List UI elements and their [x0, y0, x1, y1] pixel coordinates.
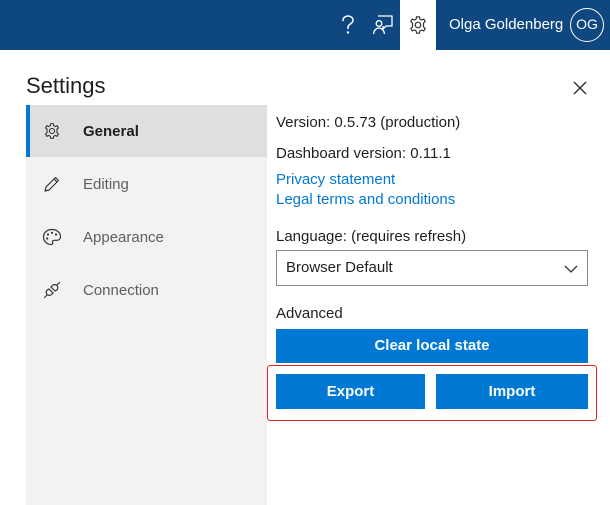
language-dropdown[interactable]: Browser Default [276, 250, 588, 286]
feedback-person-icon[interactable] [368, 0, 398, 50]
sidebar-item-general[interactable]: General [26, 105, 267, 157]
sidebar-item-label: General [83, 122, 139, 140]
user-name[interactable]: Olga Goldenberg [449, 0, 563, 50]
sidebar-item-editing[interactable]: Editing [26, 158, 267, 210]
import-button[interactable]: Import [436, 374, 588, 409]
top-bar: Olga Goldenberg OG [0, 0, 610, 50]
export-button[interactable]: Export [276, 374, 425, 409]
chevron-down-icon [564, 265, 578, 273]
sidebar-item-connection[interactable]: Connection [26, 264, 267, 316]
avatar[interactable]: OG [570, 8, 604, 42]
sidebar-item-label: Connection [83, 281, 159, 299]
pencil-icon [42, 174, 62, 194]
clear-local-state-button[interactable]: Clear local state [276, 329, 588, 363]
close-icon[interactable] [568, 76, 592, 100]
settings-sidebar: General Editing Appearance Connection [26, 105, 267, 505]
language-dropdown-value: Browser Default [286, 259, 393, 276]
language-label: Language: (requires refresh) [276, 228, 467, 245]
page-title: Settings [26, 73, 106, 98]
legal-terms-link[interactable]: Legal terms and conditions [276, 191, 455, 208]
dashboard-version-text: Dashboard version: 0.11.1 [276, 145, 451, 162]
sidebar-item-label: Appearance [83, 228, 164, 246]
privacy-statement-link[interactable]: Privacy statement [276, 171, 395, 188]
gear-icon[interactable] [400, 0, 436, 50]
gear-icon [42, 121, 62, 141]
sidebar-item-label: Editing [83, 175, 129, 193]
version-text: Version: 0.5.73 (production) [276, 114, 461, 131]
palette-icon [42, 227, 62, 247]
advanced-label: Advanced [276, 305, 343, 322]
plug-icon [42, 280, 62, 300]
sidebar-item-appearance[interactable]: Appearance [26, 211, 267, 263]
question-mark-icon[interactable] [334, 0, 362, 50]
